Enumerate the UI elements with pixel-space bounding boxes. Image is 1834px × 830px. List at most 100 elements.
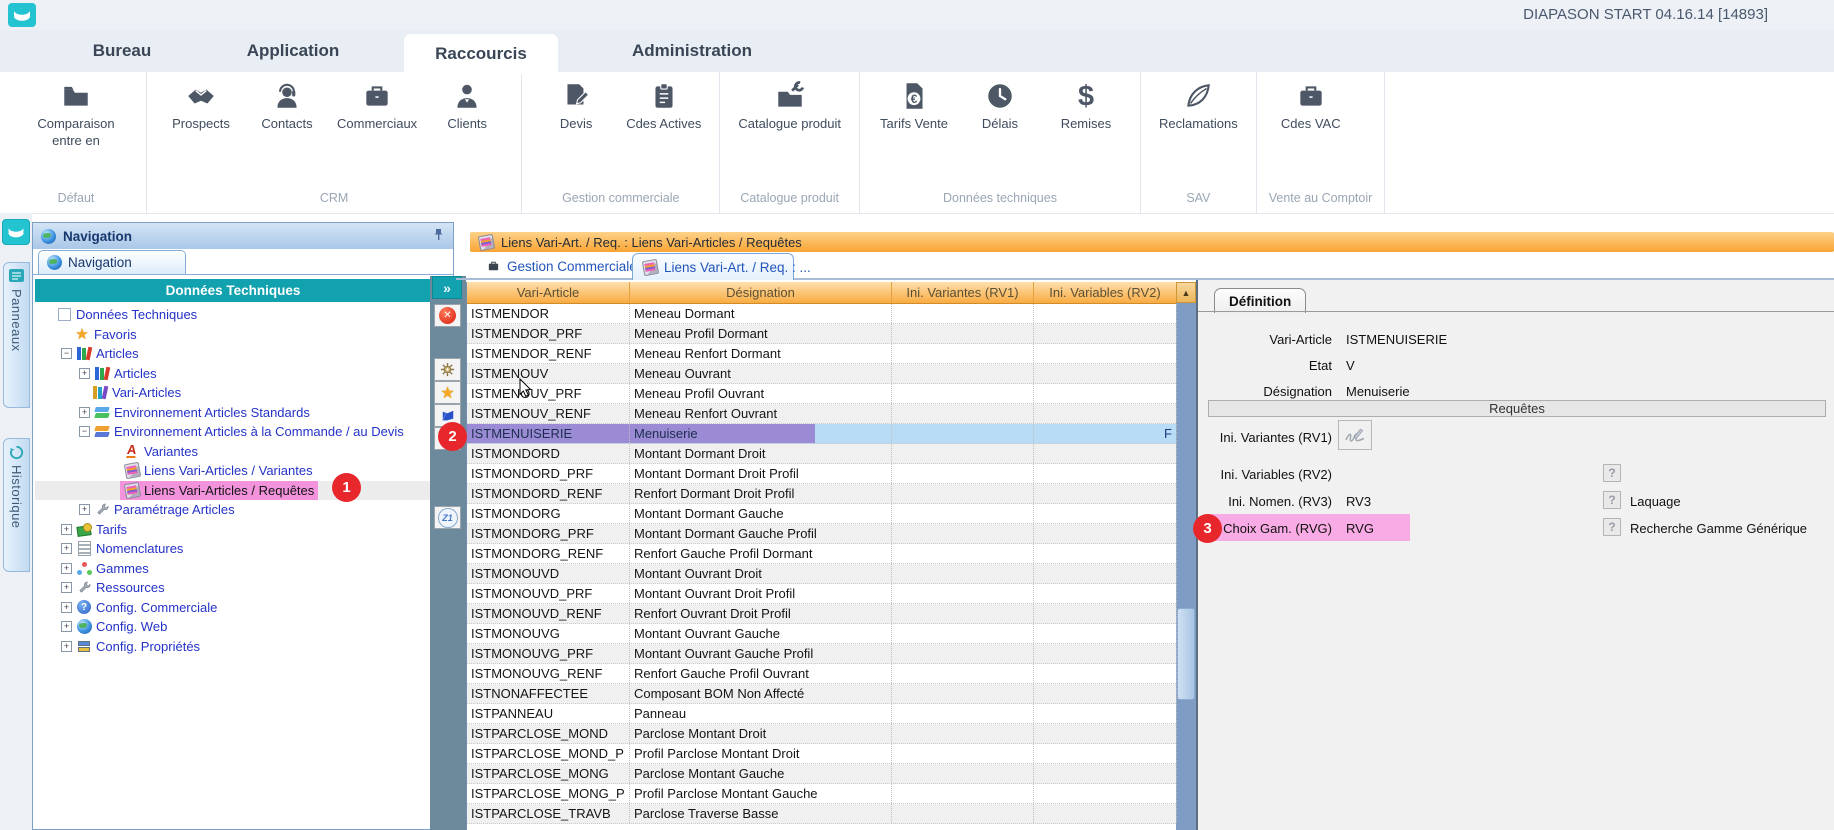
- tree-item-articles[interactable]: +Articles: [35, 364, 431, 384]
- vertical-scrollbar[interactable]: ▲: [1176, 282, 1196, 830]
- ribbon-button-comparaison-entre-en[interactable]: Comparaison entre en: [18, 80, 134, 150]
- table-row-istmendor[interactable]: ISTMENDORMeneau Dormant: [467, 304, 1196, 324]
- table-row-istmonouvd_renf[interactable]: ISTMONOUVD_RENFRenfort Ouvrant Droit Pro…: [467, 604, 1196, 624]
- expand-box-icon[interactable]: +: [61, 524, 72, 535]
- table-row-istmenuiserie[interactable]: ISTMENUISERIEMenuiserieF: [467, 424, 1196, 444]
- pin-icon[interactable]: [433, 228, 445, 244]
- table-row-istmondorg_renf[interactable]: ISTMONDORG_RENFRenfort Gauche Profil Dor…: [467, 544, 1196, 564]
- expand-box-icon[interactable]: +: [61, 621, 72, 632]
- ribbon-button-prospects[interactable]: Prospects: [159, 80, 243, 133]
- cell-vari-article: ISTNONAFFECTEE: [467, 684, 630, 703]
- table-row-istmendor_renf[interactable]: ISTMENDOR_RENFMeneau Renfort Dormant: [467, 344, 1196, 364]
- expand-box-icon[interactable]: +: [61, 543, 72, 554]
- ribbon-button-tarifs-vente[interactable]: €Tarifs Vente: [872, 80, 956, 133]
- ribbon-button-commerciaux[interactable]: Commerciaux: [331, 80, 423, 133]
- table-row-istmondord_prf[interactable]: ISTMONDORD_PRFMontant Dormant Droit Prof…: [467, 464, 1196, 484]
- tab-navigation[interactable]: Navigation: [38, 250, 186, 274]
- table-row-istparclose_mond[interactable]: ISTPARCLOSE_MONDParclose Montant Droit: [467, 724, 1196, 744]
- ribbon-tab-bureau[interactable]: Bureau: [47, 30, 197, 72]
- tree-item-nomenclatures[interactable]: +Nomenclatures: [35, 539, 431, 559]
- close-button[interactable]: ✕: [434, 304, 461, 327]
- collapse-box-icon[interactable]: −: [61, 348, 72, 359]
- tree-item-config-propri-t-s[interactable]: +Config. Propriétés: [35, 637, 431, 657]
- tree-item-vari-articles[interactable]: Vari-Articles: [35, 383, 431, 403]
- tree-item-environnement-articles-la-commande-au-devis[interactable]: −Environnement Articles à la Commande / …: [35, 422, 431, 442]
- tab-definition[interactable]: Définition: [1214, 288, 1306, 313]
- ribbon-button-devis[interactable]: Devis: [534, 80, 618, 133]
- tree-item-variantes[interactable]: AVariantes: [35, 442, 431, 462]
- expand-box-icon[interactable]: +: [79, 368, 90, 379]
- expand-box-icon[interactable]: +: [61, 582, 72, 593]
- ribbon-button-d-lais[interactable]: Délais: [958, 80, 1042, 133]
- ribbon-button-contacts[interactable]: Contacts: [245, 80, 329, 133]
- column-header-4[interactable]: Ini. Variables (RV2): [1034, 282, 1177, 303]
- table-row-istnonaffectee[interactable]: ISTNONAFFECTEEComposant BOM Non Affecté: [467, 684, 1196, 704]
- expand-box-icon[interactable]: +: [61, 563, 72, 574]
- document-tab-1[interactable]: Gestion Commerciale ...: [476, 254, 628, 278]
- scroll-up-icon[interactable]: ▲: [1176, 282, 1196, 303]
- column-header-3[interactable]: Ini. Variantes (RV1): [892, 282, 1034, 303]
- column-header-2[interactable]: Désignation: [630, 282, 892, 303]
- ribbon-tab-application[interactable]: Application: [218, 30, 368, 72]
- help-icon[interactable]: ?: [1603, 518, 1621, 536]
- expand-box-icon[interactable]: +: [61, 602, 72, 613]
- tree-item-liens-vari-articles-variantes[interactable]: Liens Vari-Articles / Variantes: [35, 461, 431, 481]
- tree-item-tarifs[interactable]: +Tarifs: [35, 520, 431, 540]
- tree-item-gammes[interactable]: +Gammes: [35, 559, 431, 579]
- table-row-istmenouv_renf[interactable]: ISTMENOUV_RENFMeneau Renfort Ouvrant: [467, 404, 1196, 424]
- tree-item-param-trage-articles[interactable]: +Paramétrage Articles: [35, 500, 431, 520]
- table-row-istpanneau[interactable]: ISTPANNEAUPanneau: [467, 704, 1196, 724]
- table-row-istmondorg_prf[interactable]: ISTMONDORG_PRFMontant Dormant Gauche Pro…: [467, 524, 1196, 544]
- table-row-istparclose_mong_p[interactable]: ISTPARCLOSE_MONG_PProfil Parclose Montan…: [467, 784, 1196, 804]
- ribbon-tab-administration[interactable]: Administration: [607, 30, 777, 72]
- table-row-istmenouv[interactable]: ISTMENOUVMeneau Ouvrant: [467, 364, 1196, 384]
- table-row-istmonouvg_renf[interactable]: ISTMONOUVG_RENFRenfort Gauche Profil Ouv…: [467, 664, 1196, 684]
- table-row-istparclose_mong[interactable]: ISTPARCLOSE_MONGParclose Montant Gauche: [467, 764, 1196, 784]
- table-row-istmondord[interactable]: ISTMONDORDMontant Dormant Droit: [467, 444, 1196, 464]
- table-row-istmenouv_prf[interactable]: ISTMENOUV_PRFMeneau Profil Ouvrant: [467, 384, 1196, 404]
- tree-item-config-commerciale[interactable]: +?Config. Commerciale: [35, 598, 431, 618]
- table-row-istmondorg[interactable]: ISTMONDORGMontant Dormant Gauche: [467, 504, 1196, 524]
- tree-item-ressources[interactable]: +Ressources: [35, 578, 431, 598]
- cell-ini-variantes-rv1-: [892, 424, 1034, 443]
- column-header-1[interactable]: Vari-Article: [467, 282, 630, 303]
- ribbon-button-remises[interactable]: $Remises: [1044, 80, 1128, 133]
- edit-query-button[interactable]: [1338, 420, 1372, 450]
- app-logo-icon[interactable]: [8, 3, 36, 27]
- scrollbar-track[interactable]: [1176, 303, 1196, 830]
- expand-box-icon[interactable]: +: [61, 641, 72, 652]
- table-row-istmonouvg[interactable]: ISTMONOUVGMontant Ouvrant Gauche: [467, 624, 1196, 644]
- table-row-istmendor_prf[interactable]: ISTMENDOR_PRFMeneau Profil Dormant: [467, 324, 1196, 344]
- expand-box-icon[interactable]: +: [79, 407, 90, 418]
- ribbon-button-reclamations[interactable]: Reclamations: [1153, 80, 1244, 133]
- scrollbar-thumb[interactable]: [1177, 608, 1195, 700]
- tree-item-articles[interactable]: −Articles: [35, 344, 431, 364]
- favorite-button[interactable]: ★: [434, 381, 461, 404]
- gear-button[interactable]: [434, 358, 461, 381]
- ribbon-button-clients[interactable]: Clients: [425, 80, 509, 133]
- table-row-istparclose_mond_p[interactable]: ISTPARCLOSE_MOND_PProfil Parclose Montan…: [467, 744, 1196, 764]
- expand-box-icon[interactable]: +: [79, 504, 90, 515]
- tree-item-config-web[interactable]: +Config. Web: [35, 617, 431, 637]
- zoom-z1-button[interactable]: Z1: [434, 506, 461, 529]
- document-tab-2[interactable]: Liens Vari-Art. / Req. : ...: [632, 253, 794, 280]
- ribbon-tab-raccourcis[interactable]: Raccourcis: [404, 34, 558, 74]
- ribbon-button-cdes-vac[interactable]: Cdes VAC: [1269, 80, 1353, 133]
- tree-item-liens-vari-articles-requ-tes[interactable]: Liens Vari-Articles / Requêtes: [35, 481, 431, 501]
- help-icon[interactable]: ?: [1603, 491, 1621, 509]
- tree-item-favoris[interactable]: ★Favoris: [35, 325, 431, 345]
- table-row-istmonouvd[interactable]: ISTMONOUVDMontant Ouvrant Droit: [467, 564, 1196, 584]
- table-row-istparclose_travb[interactable]: ISTPARCLOSE_TRAVBParclose Traverse Basse: [467, 804, 1196, 824]
- rail-tab-historique[interactable]: Historique: [3, 438, 30, 572]
- tree-item-environnement-articles-standards[interactable]: +Environnement Articles Standards: [35, 403, 431, 423]
- rail-logo-icon[interactable]: [2, 219, 30, 245]
- ribbon-button-cdes-actives[interactable]: Cdes Actives: [620, 80, 707, 133]
- table-row-istmondord_renf[interactable]: ISTMONDORD_RENFRenfort Dormant Droit Pro…: [467, 484, 1196, 504]
- table-row-istmonouvg_prf[interactable]: ISTMONOUVG_PRFMontant Ouvrant Gauche Pro…: [467, 644, 1196, 664]
- rail-tab-panneaux[interactable]: Panneaux: [3, 262, 30, 408]
- help-icon[interactable]: ?: [1603, 464, 1621, 482]
- tree-item-donn-es-techniques[interactable]: Données Techniques: [35, 305, 431, 325]
- table-row-istmonouvd_prf[interactable]: ISTMONOUVD_PRFMontant Ouvrant Droit Prof…: [467, 584, 1196, 604]
- ribbon-button-catalogue-produit[interactable]: Catalogue produit: [732, 80, 847, 133]
- collapse-box-icon[interactable]: −: [79, 426, 90, 437]
